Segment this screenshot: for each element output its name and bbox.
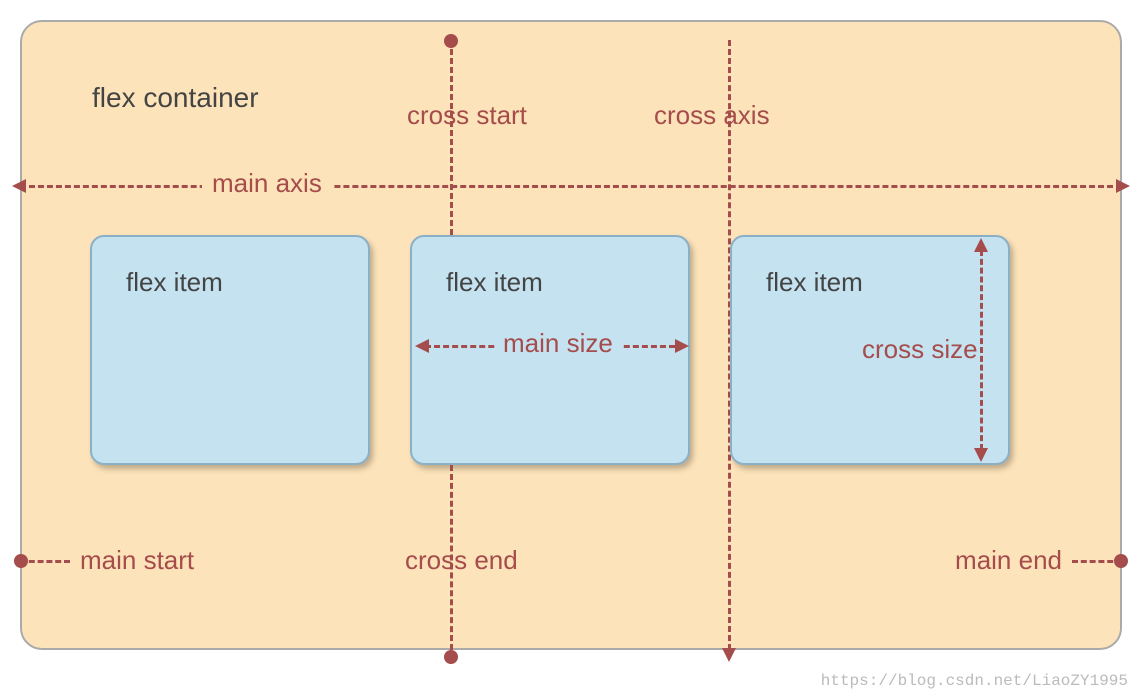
flex-item-3-label: flex item — [766, 267, 863, 298]
diagram-stage: flex container cross start cross axis ma… — [10, 10, 1132, 660]
main-start-label: main start — [80, 545, 194, 576]
main-axis-arrow-right — [1116, 179, 1130, 193]
main-size-arrow-right — [675, 339, 689, 353]
cross-start-dot — [444, 34, 458, 48]
cross-size-label: cross size — [862, 334, 978, 365]
main-end-dot — [1114, 554, 1128, 568]
cross-size-arrow-up — [974, 238, 988, 252]
main-axis-line — [20, 185, 1122, 188]
main-size-label: main size — [495, 328, 621, 359]
container-title: flex container — [92, 82, 259, 114]
flex-item-1: flex item — [90, 235, 370, 465]
cross-start-label: cross start — [407, 100, 527, 131]
cross-size-line — [980, 250, 983, 450]
cross-size-arrow-down — [974, 448, 988, 462]
cross-end-label: cross end — [405, 545, 518, 576]
cross-axis-label: cross axis — [654, 100, 770, 131]
flex-item-1-label: flex item — [126, 267, 223, 298]
watermark-text: https://blog.csdn.net/LiaoZY1995 — [821, 672, 1128, 690]
main-axis-label: main axis — [202, 168, 332, 199]
cross-start-line — [450, 40, 453, 235]
cross-axis-arrow-down — [722, 648, 736, 662]
main-end-label: main end — [955, 545, 1062, 576]
main-axis-arrow-left — [12, 179, 26, 193]
main-size-arrow-left — [415, 339, 429, 353]
flex-item-2-label: flex item — [446, 267, 543, 298]
cross-end-dot — [444, 650, 458, 664]
main-start-dot — [14, 554, 28, 568]
